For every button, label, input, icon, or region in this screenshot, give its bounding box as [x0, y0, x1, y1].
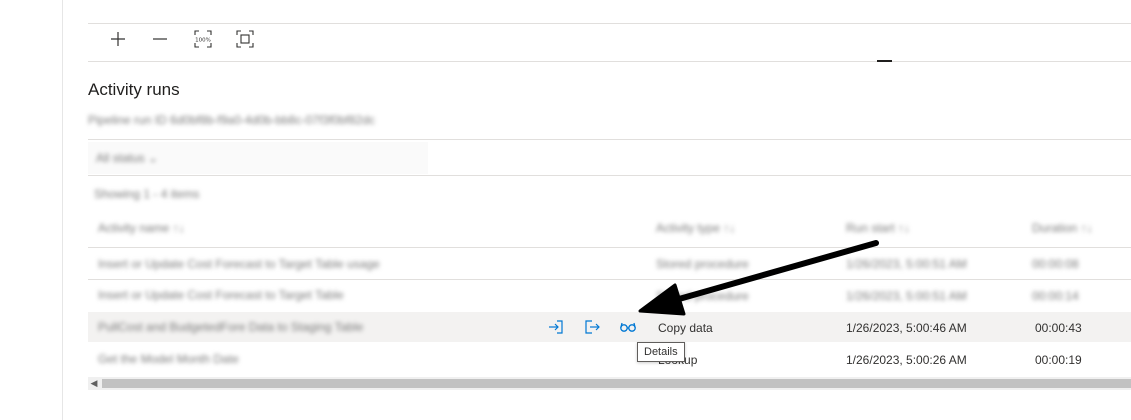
column-header-label: Duration	[1032, 221, 1078, 235]
glasses-details-icon[interactable]	[619, 318, 637, 336]
divider-header	[88, 247, 1131, 248]
table-row[interactable]: Get the Model Month Date Lookup 1/26/202…	[88, 345, 1131, 375]
fit-to-screen-icon[interactable]	[235, 29, 255, 49]
zoom-100-icon[interactable]: 100%	[193, 29, 213, 49]
scrollbar-thumb[interactable]	[102, 379, 1131, 388]
zoom-in-icon[interactable]	[108, 29, 128, 49]
horizontal-scrollbar[interactable]: ◀	[88, 377, 1131, 390]
duration-cell: 00:00:43	[1035, 321, 1082, 335]
left-rail	[0, 0, 63, 420]
divider-filter-top	[88, 139, 1131, 140]
activity-name-cell[interactable]: PullCost and BudgetedFore Data to Stagin…	[98, 320, 363, 334]
activity-type-cell: Stored procedure	[656, 257, 749, 271]
scroll-left-arrow-icon[interactable]: ◀	[88, 377, 100, 390]
table-row[interactable]: PullCost and BudgetedFore Data to Stagin…	[88, 312, 1131, 342]
zoom-100-label: 100%	[195, 38, 211, 44]
duration-cell: 00:00:19	[1035, 353, 1082, 367]
pipeline-run-id: Pipeline run ID 6d0bf8b-f9a0-4d0b-bb8c-0…	[88, 113, 375, 127]
showing-count: Showing 1 - 4 items	[94, 187, 200, 201]
column-header-label: Run start	[846, 221, 895, 235]
input-icon[interactable]	[547, 318, 565, 336]
table-row[interactable]: Insert or Update Cost Forecast to Target…	[88, 249, 1131, 279]
activity-type-cell: Copy data	[658, 321, 713, 335]
column-header-run-start[interactable]: Run start ↑↓	[846, 221, 910, 235]
divider-top	[88, 23, 1131, 24]
cursor-dash	[877, 60, 892, 62]
activity-name-cell[interactable]: Insert or Update Cost Forecast to Target…	[98, 288, 344, 302]
output-icon[interactable]	[583, 318, 601, 336]
row-divider	[88, 279, 1131, 280]
activity-name-cell[interactable]: Insert or Update Cost Forecast to Target…	[98, 257, 380, 271]
divider-filter-bottom	[88, 175, 1131, 176]
activity-runs-title: Activity runs	[88, 80, 180, 99]
details-tooltip: Details	[637, 342, 685, 362]
table-row[interactable]: Insert or Update Cost Forecast to Target…	[88, 281, 1131, 311]
run-start-cell: 1/26/2023, 5:00:26 AM	[846, 353, 967, 367]
column-header-activity-name[interactable]: Activity name ↑↓	[98, 221, 185, 235]
run-start-cell: 1/26/2023, 5:00:51 AM	[846, 257, 967, 271]
status-filter-label[interactable]: All status ⌄	[96, 151, 158, 165]
divider-toolbar	[88, 61, 1131, 62]
column-header-label: Activity type	[656, 221, 721, 235]
duration-cell: 00:00:08	[1032, 257, 1079, 271]
column-header-label: Activity name	[98, 221, 170, 235]
duration-cell: 00:00:14	[1032, 289, 1079, 303]
column-header-duration[interactable]: Duration ↑↓	[1032, 221, 1093, 235]
run-start-cell: 1/26/2023, 5:00:51 AM	[846, 289, 967, 303]
activity-type-cell: Stored procedure	[656, 289, 749, 303]
zoom-out-icon[interactable]	[150, 29, 170, 49]
activity-name-cell[interactable]: Get the Model Month Date	[98, 352, 239, 366]
column-header-activity-type[interactable]: Activity type ↑↓	[656, 221, 735, 235]
run-start-cell: 1/26/2023, 5:00:46 AM	[846, 321, 967, 335]
